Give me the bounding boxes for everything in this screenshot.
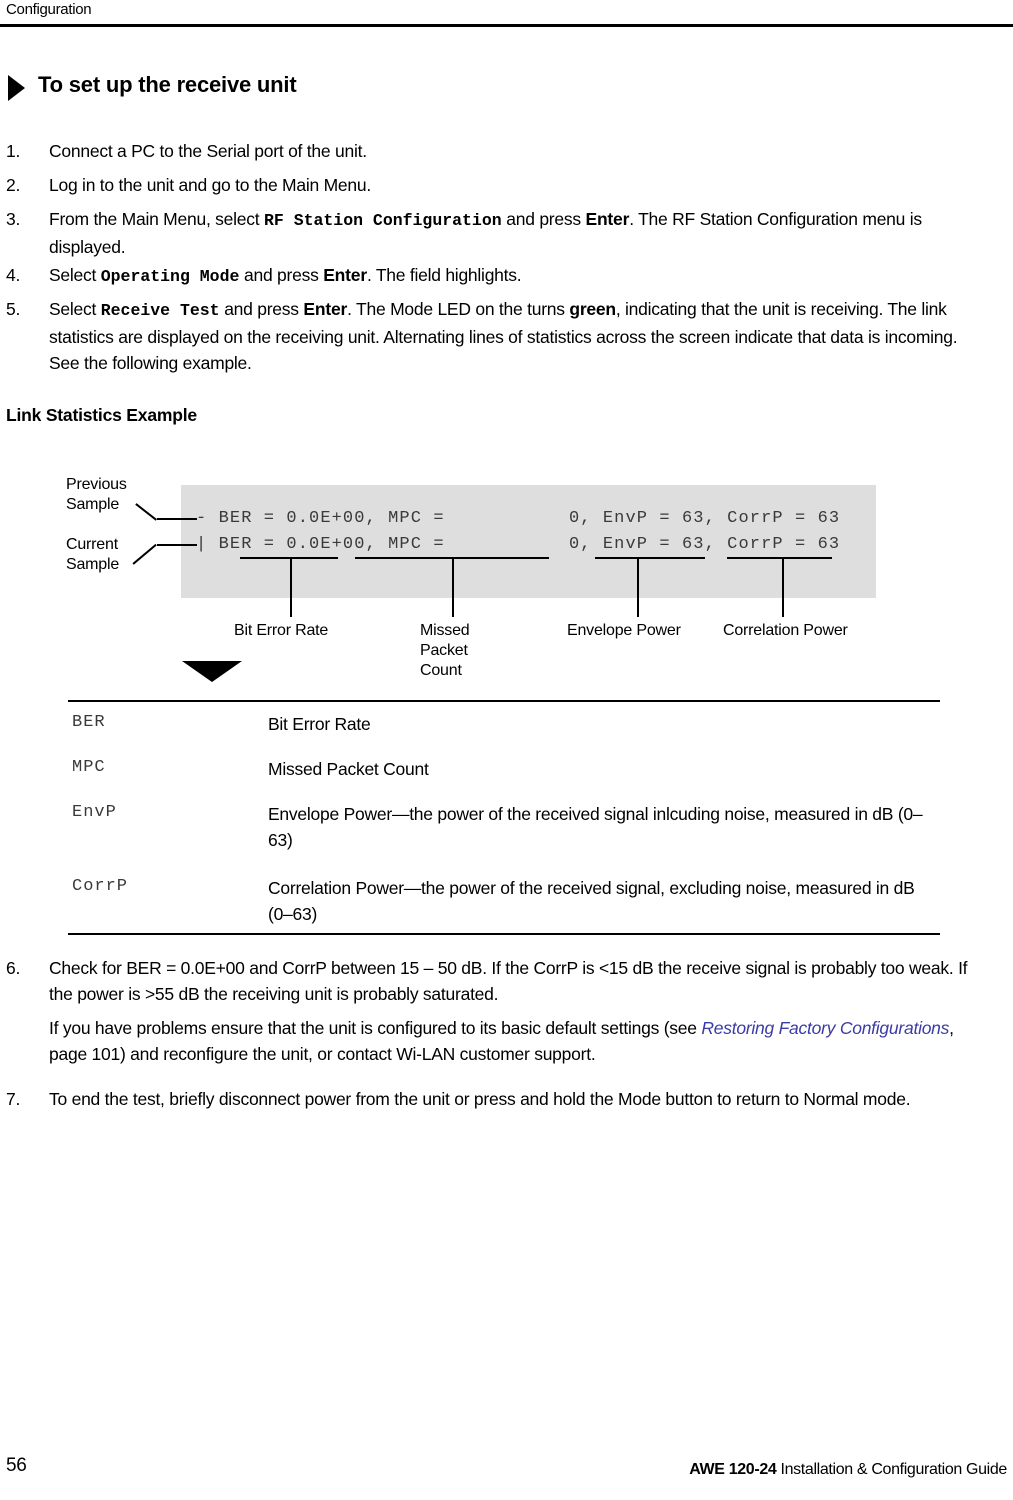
callout-missed-packet-count: Missed Packet Count (420, 621, 470, 681)
callout-correlation-power: Correlation Power (723, 622, 848, 639)
step-text: Select Receive Test and press Enter. The… (49, 296, 969, 376)
step-number: 4. (6, 265, 21, 285)
step-number: 7. (6, 1089, 21, 1109)
inline-command: Operating Mode (100, 267, 240, 286)
callout-bit-error-rate: Bit Error Rate (234, 622, 329, 639)
text-run: . The field highlights. (366, 265, 522, 285)
step-text: Log in to the unit and go to the Main Me… (49, 172, 969, 198)
text-run: To end the test, briefly disconnect powe… (49, 1089, 911, 1109)
text-run: Connect a PC to the Serial port of the u… (49, 141, 367, 161)
definition-term: MPC (72, 758, 106, 777)
label-current-sample-line2: Sample (66, 556, 120, 573)
step-number: 2. (6, 175, 21, 195)
table-top-rule (68, 700, 940, 703)
leader-previous-horizontal (157, 518, 197, 520)
text-run: and press (219, 299, 304, 319)
text-run: and press (239, 265, 324, 285)
footer-guide-title-bold: AWE 120-24 (689, 1461, 777, 1478)
inline-command: RF Station Configuration (264, 211, 502, 230)
inline-command: Receive Test (100, 301, 220, 320)
step-paragraph: If you have problems ensure that the uni… (49, 1015, 969, 1067)
page-header: Configuration (0, 0, 1013, 48)
table-bottom-rule (68, 933, 940, 936)
header-rule (0, 24, 1013, 27)
text-run: Select (49, 265, 101, 285)
text-run: . The Mode LED on the turns (347, 299, 570, 319)
footer-guide-title-rest: Installation & Configuration Guide (776, 1461, 1008, 1478)
step-number: 6. (6, 958, 21, 978)
example-subhead: Link Statistics Example (6, 405, 197, 425)
label-previous-sample-line1: Previous (66, 476, 127, 493)
text-run: Select (49, 299, 101, 319)
step-number: 3. (6, 209, 21, 229)
label-current-sample: Current Sample (66, 535, 119, 575)
key-name: Enter (303, 299, 348, 319)
definition-term: EnvP (72, 803, 117, 822)
running-head: Configuration (6, 1, 92, 18)
callout-envelope-power: Envelope Power (567, 622, 681, 639)
definition-term: CorrP (72, 877, 129, 896)
step-text: Connect a PC to the Serial port of the u… (49, 138, 969, 164)
step-item: 1. Connect a PC to the Serial port of th… (6, 138, 966, 164)
procedure-title: To set up the receive unit (38, 72, 297, 97)
step-item: 6. Check for BER = 0.0E+00 and CorrP bet… (6, 955, 996, 1067)
step-text: From the Main Menu, select RF Station Co… (49, 206, 969, 260)
text-run: From the Main Menu, select (49, 209, 264, 229)
right-arrow-icon (8, 75, 25, 101)
key-name: Enter (323, 265, 367, 285)
step-text: Check for BER = 0.0E+00 and CorrP betwee… (49, 955, 969, 1067)
leader-bit-error-rate (290, 557, 292, 617)
definition-description: Bit Error Rate (268, 714, 371, 734)
text-run: and press (501, 209, 586, 229)
down-triangle-icon (182, 661, 242, 682)
footer-guide-title: AWE 120-24 Installation & Configuration … (689, 1461, 1007, 1479)
procedure-title-row: To set up the receive unit (0, 72, 900, 106)
leader-current-diagonal (132, 543, 157, 565)
step-text: To end the test, briefly disconnect powe… (49, 1086, 969, 1112)
leader-current-horizontal (157, 544, 197, 546)
callout-missed-packet-line3: Count (420, 662, 462, 679)
step-paragraph: Check for BER = 0.0E+00 and CorrP betwee… (49, 955, 969, 1007)
underline-correlation-power (727, 557, 832, 559)
leader-missed-packet (452, 557, 454, 617)
leader-previous-diagonal (135, 503, 157, 521)
footer-page-number: 56 (6, 1455, 27, 1476)
text-run: If you have problems ensure that the uni… (49, 1018, 702, 1038)
step-item: 3. From the Main Menu, select RF Station… (6, 206, 966, 260)
link-statistics-diagram: - BER = 0.0E+00, MPC = 0, EnvP = 63, Cor… (0, 455, 1013, 700)
step-paragraph: To end the test, briefly disconnect powe… (49, 1086, 969, 1112)
underline-bit-error-rate (240, 557, 338, 559)
label-previous-sample: Previous Sample (66, 475, 127, 515)
step-item: 5. Select Receive Test and press Enter. … (6, 296, 966, 376)
definition-description: Missed Packet Count (268, 759, 429, 779)
definition-term: BER (72, 713, 106, 732)
definition-description: Correlation Power—the power of the recei… (268, 878, 915, 924)
step-item: 7. To end the test, briefly disconnect p… (6, 1086, 996, 1112)
step-text: Select Operating Mode and press Enter. T… (49, 262, 969, 290)
step-number: 1. (6, 141, 21, 161)
leader-correlation-power (782, 557, 784, 617)
callout-missed-packet-line2: Packet (420, 642, 468, 659)
step-number: 5. (6, 299, 21, 319)
step-item: 4. Select Operating Mode and press Enter… (6, 262, 966, 290)
callout-missed-packet-line1: Missed (420, 622, 470, 639)
terminal-line-current-sample: | BER = 0.0E+00, MPC = 0, EnvP = 63, Cor… (196, 535, 841, 554)
step-item: 2. Log in to the unit and go to the Main… (6, 172, 966, 198)
text-run: Check for BER = 0.0E+00 and CorrP betwee… (49, 958, 968, 1004)
terminal-line-previous-sample: - BER = 0.0E+00, MPC = 0, EnvP = 63, Cor… (196, 509, 841, 528)
label-previous-sample-line2: Sample (66, 496, 120, 513)
text-run: Log in to the unit and go to the Main Me… (49, 175, 371, 195)
key-name: Enter (585, 209, 630, 229)
underline-envelope-power (595, 557, 705, 559)
label-current-sample-line1: Current (66, 536, 118, 553)
leader-envelope-power (637, 557, 639, 617)
emphasis: green (569, 299, 616, 319)
cross-reference-link[interactable]: Restoring Factory Configurations (701, 1018, 949, 1038)
definition-description: Envelope Power—the power of the received… (268, 804, 923, 850)
